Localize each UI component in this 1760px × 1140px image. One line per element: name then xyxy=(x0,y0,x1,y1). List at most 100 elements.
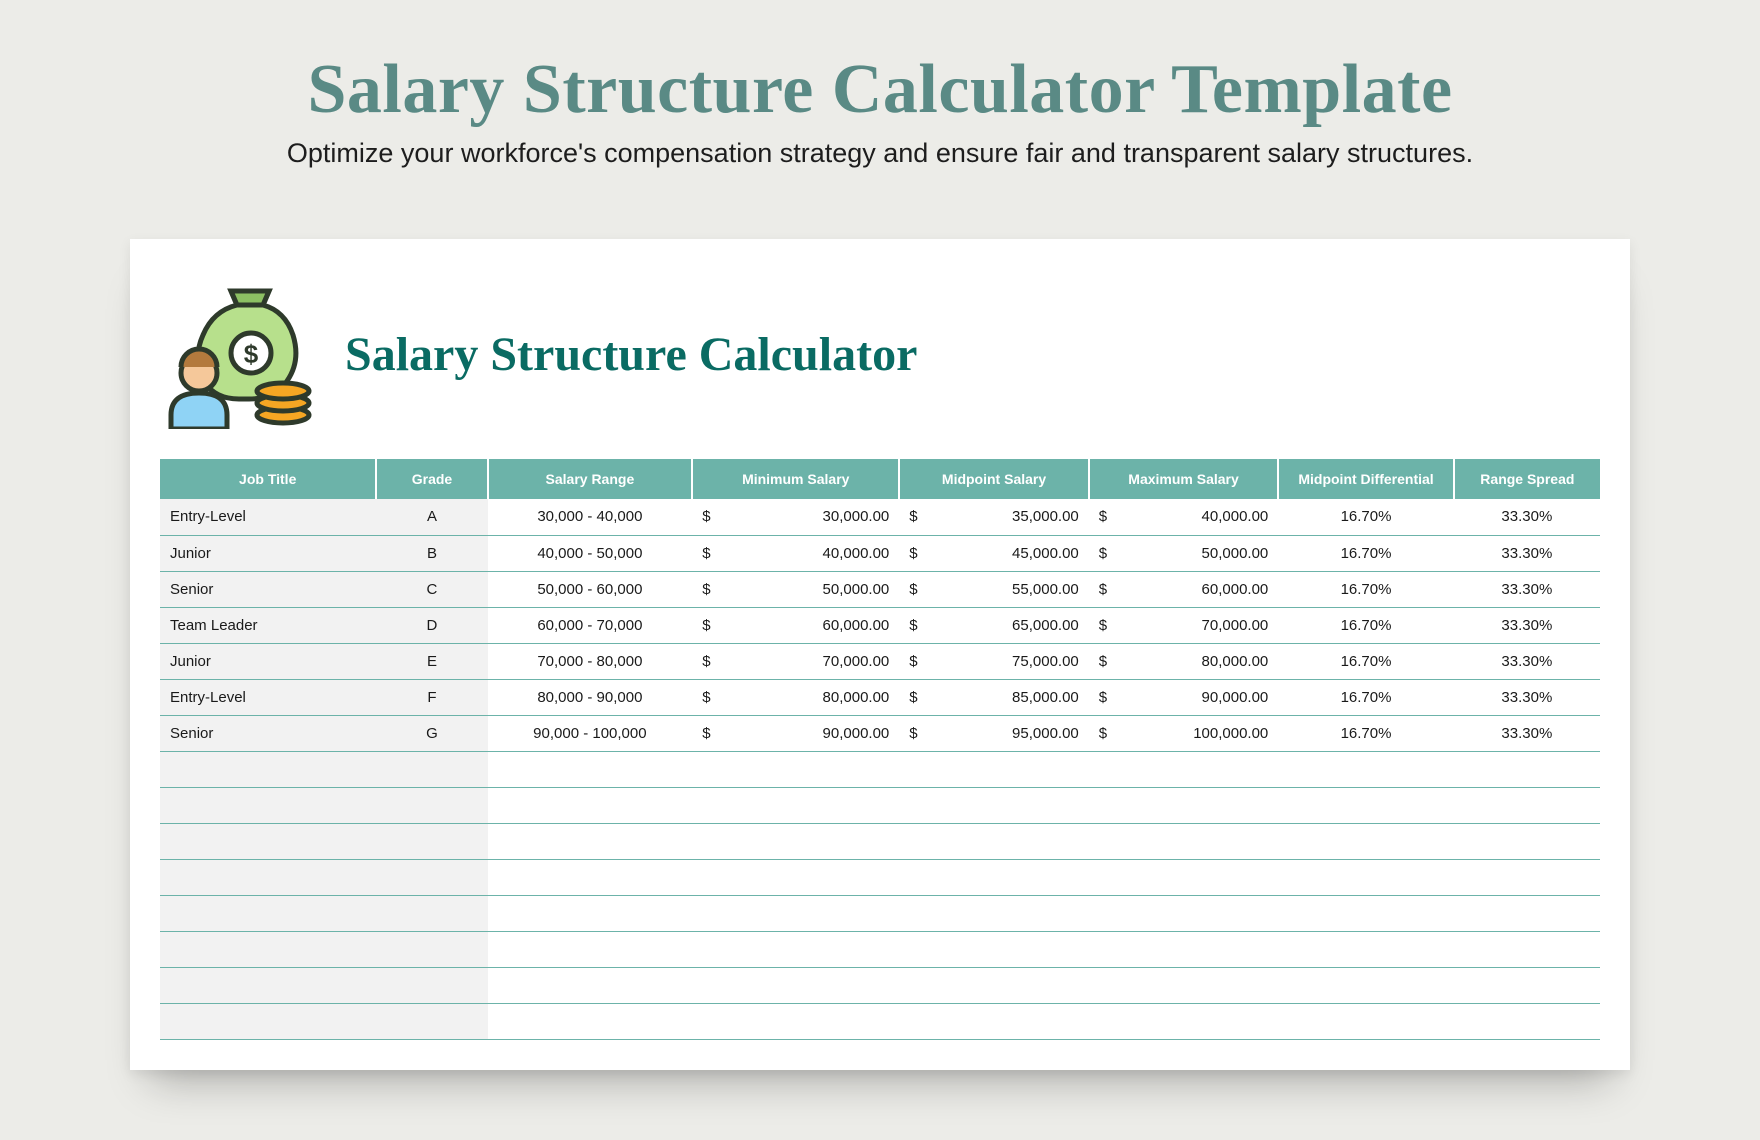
table-row: Team LeaderD60,000 - 70,000$60,000.00$65… xyxy=(160,607,1600,643)
cell-range[interactable]: 40,000 - 50,000 xyxy=(488,535,693,571)
cell-spread[interactable]: 33.30% xyxy=(1454,715,1600,751)
cell-mid[interactable]: 95,000.00 xyxy=(925,715,1089,751)
page: Salary Structure Calculator Template Opt… xyxy=(0,0,1760,1140)
card-header: $ Salary Structure Calculator xyxy=(160,279,1600,429)
currency-symbol: $ xyxy=(1089,643,1115,679)
cell-max[interactable]: 90,000.00 xyxy=(1115,679,1279,715)
currency-symbol: $ xyxy=(692,715,718,751)
col-min: Minimum Salary xyxy=(692,459,899,499)
cell-max[interactable]: 100,000.00 xyxy=(1115,715,1279,751)
cell-range[interactable]: 90,000 - 100,000 xyxy=(488,715,693,751)
currency-symbol: $ xyxy=(899,571,925,607)
cell-spread[interactable]: 33.30% xyxy=(1454,679,1600,715)
cell-grade[interactable]: F xyxy=(376,679,487,715)
table-row-empty xyxy=(160,1003,1600,1039)
cell-max[interactable]: 70,000.00 xyxy=(1115,607,1279,643)
col-mid: Midpoint Salary xyxy=(899,459,1089,499)
currency-symbol: $ xyxy=(899,679,925,715)
cell-min[interactable]: 30,000.00 xyxy=(718,499,899,535)
cell-spread[interactable]: 33.30% xyxy=(1454,535,1600,571)
cell-range[interactable]: 80,000 - 90,000 xyxy=(488,679,693,715)
cell-min[interactable]: 40,000.00 xyxy=(718,535,899,571)
col-diff: Midpoint Differential xyxy=(1278,459,1453,499)
cell-min[interactable]: 50,000.00 xyxy=(718,571,899,607)
currency-symbol: $ xyxy=(899,715,925,751)
cell-max[interactable]: 50,000.00 xyxy=(1115,535,1279,571)
cell-spread[interactable]: 33.30% xyxy=(1454,571,1600,607)
cell-max[interactable]: 60,000.00 xyxy=(1115,571,1279,607)
currency-symbol: $ xyxy=(692,643,718,679)
table-body: Entry-LevelA30,000 - 40,000$30,000.00$35… xyxy=(160,499,1600,1039)
currency-symbol: $ xyxy=(899,499,925,535)
cell-mid[interactable]: 75,000.00 xyxy=(925,643,1089,679)
table-row: JuniorB40,000 - 50,000$40,000.00$45,000.… xyxy=(160,535,1600,571)
cell-grade[interactable]: D xyxy=(376,607,487,643)
cell-mid[interactable]: 65,000.00 xyxy=(925,607,1089,643)
cell-diff[interactable]: 16.70% xyxy=(1278,679,1453,715)
table-row-empty xyxy=(160,751,1600,787)
cell-grade[interactable]: B xyxy=(376,535,487,571)
table-row-empty xyxy=(160,967,1600,1003)
cell-diff[interactable]: 16.70% xyxy=(1278,499,1453,535)
cell-mid[interactable]: 45,000.00 xyxy=(925,535,1089,571)
table-header-row: Job Title Grade Salary Range Minimum Sal… xyxy=(160,459,1600,499)
cell-job[interactable]: Senior xyxy=(160,571,376,607)
cell-job[interactable]: Senior xyxy=(160,715,376,751)
cell-job[interactable]: Junior xyxy=(160,643,376,679)
currency-symbol: $ xyxy=(1089,499,1115,535)
cell-min[interactable]: 60,000.00 xyxy=(718,607,899,643)
currency-symbol: $ xyxy=(692,535,718,571)
cell-grade[interactable]: A xyxy=(376,499,487,535)
cell-grade[interactable]: C xyxy=(376,571,487,607)
cell-diff[interactable]: 16.70% xyxy=(1278,571,1453,607)
currency-symbol: $ xyxy=(692,607,718,643)
cell-grade[interactable]: G xyxy=(376,715,487,751)
cell-job[interactable]: Entry-Level xyxy=(160,679,376,715)
table-row-empty xyxy=(160,859,1600,895)
col-range: Salary Range xyxy=(488,459,693,499)
table-row: Entry-LevelA30,000 - 40,000$30,000.00$35… xyxy=(160,499,1600,535)
cell-min[interactable]: 80,000.00 xyxy=(718,679,899,715)
cell-diff[interactable]: 16.70% xyxy=(1278,607,1453,643)
currency-symbol: $ xyxy=(1089,679,1115,715)
cell-range[interactable]: 70,000 - 80,000 xyxy=(488,643,693,679)
currency-symbol: $ xyxy=(1089,715,1115,751)
table-row: JuniorE70,000 - 80,000$70,000.00$75,000.… xyxy=(160,643,1600,679)
currency-symbol: $ xyxy=(1089,535,1115,571)
currency-symbol: $ xyxy=(899,607,925,643)
table-row-empty xyxy=(160,931,1600,967)
col-grade: Grade xyxy=(376,459,487,499)
table-row: SeniorG90,000 - 100,000$90,000.00$95,000… xyxy=(160,715,1600,751)
cell-spread[interactable]: 33.30% xyxy=(1454,643,1600,679)
cell-min[interactable]: 70,000.00 xyxy=(718,643,899,679)
salary-icon: $ xyxy=(165,279,315,429)
cell-grade[interactable]: E xyxy=(376,643,487,679)
cell-max[interactable]: 40,000.00 xyxy=(1115,499,1279,535)
cell-diff[interactable]: 16.70% xyxy=(1278,715,1453,751)
table-row: SeniorC50,000 - 60,000$50,000.00$55,000.… xyxy=(160,571,1600,607)
cell-job[interactable]: Junior xyxy=(160,535,376,571)
col-spread: Range Spread xyxy=(1454,459,1600,499)
cell-job[interactable]: Team Leader xyxy=(160,607,376,643)
cell-job[interactable]: Entry-Level xyxy=(160,499,376,535)
currency-symbol: $ xyxy=(692,571,718,607)
cell-mid[interactable]: 55,000.00 xyxy=(925,571,1089,607)
cell-max[interactable]: 80,000.00 xyxy=(1115,643,1279,679)
svg-text:$: $ xyxy=(244,339,259,369)
cell-diff[interactable]: 16.70% xyxy=(1278,535,1453,571)
page-title: Salary Structure Calculator Template xyxy=(130,50,1630,130)
cell-spread[interactable]: 33.30% xyxy=(1454,499,1600,535)
cell-diff[interactable]: 16.70% xyxy=(1278,643,1453,679)
currency-symbol: $ xyxy=(899,643,925,679)
cell-mid[interactable]: 35,000.00 xyxy=(925,499,1089,535)
cell-range[interactable]: 30,000 - 40,000 xyxy=(488,499,693,535)
cell-range[interactable]: 50,000 - 60,000 xyxy=(488,571,693,607)
cell-mid[interactable]: 85,000.00 xyxy=(925,679,1089,715)
currency-symbol: $ xyxy=(692,679,718,715)
salary-table: Job Title Grade Salary Range Minimum Sal… xyxy=(160,459,1600,1040)
page-subtitle: Optimize your workforce's compensation s… xyxy=(130,138,1630,169)
cell-min[interactable]: 90,000.00 xyxy=(718,715,899,751)
table-row-empty xyxy=(160,787,1600,823)
cell-spread[interactable]: 33.30% xyxy=(1454,607,1600,643)
cell-range[interactable]: 60,000 - 70,000 xyxy=(488,607,693,643)
